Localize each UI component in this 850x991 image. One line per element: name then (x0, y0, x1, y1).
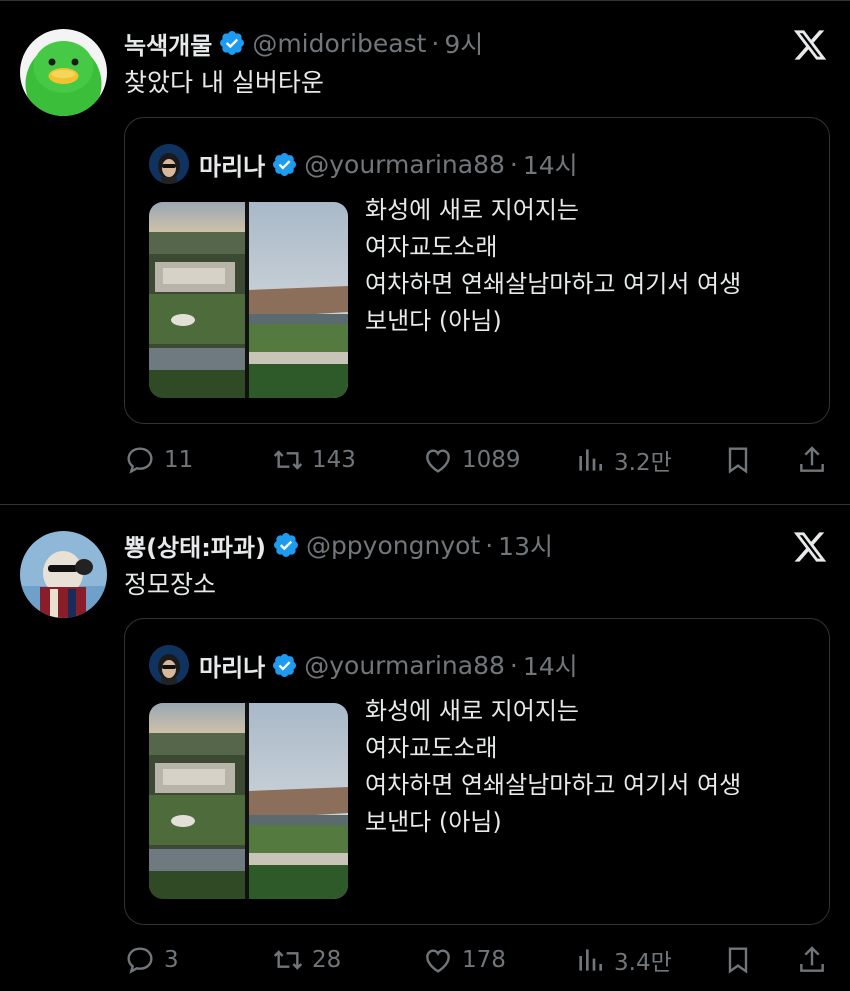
quoted-author-handle[interactable]: @yourmarina88 (304, 651, 505, 680)
tweet-header: 녹색개물 @midoribeast · 9시 (124, 25, 483, 61)
reply-icon (127, 947, 153, 974)
quoted-tweet-text: 화성에 새로 지어지는 여자교도소래 여차하면 연쇄살남마하고 여기서 여생 보… (365, 693, 815, 841)
reply-count: 3 (164, 947, 179, 973)
author-handle[interactable]: @ppyongnyot (306, 531, 480, 560)
avatar[interactable] (149, 144, 189, 184)
quoted-text-line: 여차하면 연쇄살남마하고 여기서 여생 (365, 771, 742, 799)
views-icon (579, 449, 602, 471)
verified-badge-icon (272, 531, 300, 559)
quoted-tweet[interactable]: 마리나 @yourmarina88 · 14시 화성에 새로 지어지는 여자교도… (124, 117, 830, 424)
quoted-timestamp[interactable]: 14시 (523, 647, 578, 683)
avatar[interactable] (149, 645, 189, 685)
like-button[interactable]: 178 (422, 939, 506, 981)
view-count: 3.4만 (614, 950, 672, 976)
tweet-text: 찾았다 내 실버타운 (124, 68, 324, 97)
x-logo-icon (792, 27, 828, 63)
separator-dot: · (509, 149, 518, 179)
retweet-button[interactable]: 28 (272, 939, 341, 981)
like-icon (426, 949, 450, 973)
bookmark-icon (728, 947, 748, 974)
quoted-tweet-header: 마리나 @yourmarina88 · 14시 (149, 144, 578, 184)
share-button[interactable] (796, 939, 828, 981)
timeline: 녹색개물 @midoribeast · 9시 찾았다 내 실버타운 마리나 @y… (0, 0, 850, 991)
views-button[interactable]: 3.2만 (574, 439, 672, 481)
separator-dot: · (509, 650, 518, 680)
verified-badge-icon (218, 29, 246, 57)
action-bar: 11 143 1089 3.2만 (124, 439, 830, 481)
separator-dot: · (485, 530, 494, 560)
like-count: 178 (462, 947, 506, 973)
tweet-header: 뿅(상태:파과) @ppyongnyot · 13시 (124, 527, 553, 563)
retweet-icon (273, 950, 303, 970)
like-button[interactable]: 1089 (422, 439, 521, 481)
author-name[interactable]: 녹색개물 (124, 26, 212, 61)
quoted-text-line: 보낸다 (아님) (365, 808, 502, 836)
reply-button[interactable]: 3 (124, 939, 179, 981)
quoted-tweet-text: 화성에 새로 지어지는 여자교도소래 여차하면 연쇄살남마하고 여기서 여생 보… (365, 192, 815, 340)
share-icon (800, 946, 824, 972)
view-count: 3.2만 (614, 450, 672, 476)
avatar[interactable] (20, 29, 107, 116)
bookmark-button[interactable] (722, 439, 754, 481)
avatar[interactable] (20, 531, 107, 618)
quoted-timestamp[interactable]: 14시 (523, 146, 578, 182)
quoted-author-handle[interactable]: @yourmarina88 (304, 150, 505, 179)
tweet-text: 정모장소 (124, 570, 217, 599)
reply-button[interactable]: 11 (124, 439, 193, 481)
quoted-text-line: 여자교도소래 (365, 233, 498, 261)
retweet-count: 28 (312, 947, 342, 973)
quoted-text-line: 여차하면 연쇄살남마하고 여기서 여생 (365, 270, 742, 298)
author-handle[interactable]: @midoribeast (252, 29, 426, 58)
verified-badge-icon (271, 652, 298, 679)
author-name[interactable]: 뿅(상태:파과) (124, 528, 266, 563)
quoted-author-name[interactable]: 마리나 (199, 648, 265, 683)
like-count: 1089 (462, 447, 521, 473)
bookmark-button[interactable] (722, 939, 754, 981)
quoted-text-line: 보낸다 (아님) (365, 307, 502, 335)
action-bar: 3 28 178 3.4만 (124, 939, 830, 981)
quoted-text-line: 화성에 새로 지어지는 (365, 697, 579, 725)
quoted-tweet-header: 마리나 @yourmarina88 · 14시 (149, 645, 578, 685)
share-icon (800, 446, 824, 472)
bookmark-icon (728, 447, 748, 474)
reply-icon (127, 447, 153, 474)
like-icon (426, 449, 450, 473)
quoted-media-thumbnail[interactable] (149, 202, 348, 398)
quoted-media-thumbnail[interactable] (149, 703, 348, 899)
reply-count: 11 (164, 447, 194, 473)
quoted-text-line: 화성에 새로 지어지는 (365, 196, 579, 224)
quoted-author-name[interactable]: 마리나 (199, 147, 265, 182)
share-button[interactable] (796, 439, 828, 481)
tweet[interactable]: 녹색개물 @midoribeast · 9시 찾았다 내 실버타운 마리나 @y… (0, 0, 850, 504)
verified-badge-icon (271, 151, 298, 178)
quoted-text-line: 여자교도소래 (365, 734, 498, 762)
views-button[interactable]: 3.4만 (574, 939, 672, 981)
views-icon (579, 949, 602, 971)
retweet-count: 143 (312, 447, 356, 473)
separator-dot: · (431, 28, 440, 58)
quoted-tweet[interactable]: 마리나 @yourmarina88 · 14시 화성에 새로 지어지는 여자교도… (124, 618, 830, 925)
x-logo-icon (792, 529, 828, 565)
retweet-icon (273, 450, 303, 470)
timestamp[interactable]: 9시 (444, 25, 483, 61)
tweet[interactable]: 뿅(상태:파과) @ppyongnyot · 13시 정모장소 마리나 @you… (0, 504, 850, 991)
timestamp[interactable]: 13시 (498, 527, 553, 563)
retweet-button[interactable]: 143 (272, 439, 356, 481)
